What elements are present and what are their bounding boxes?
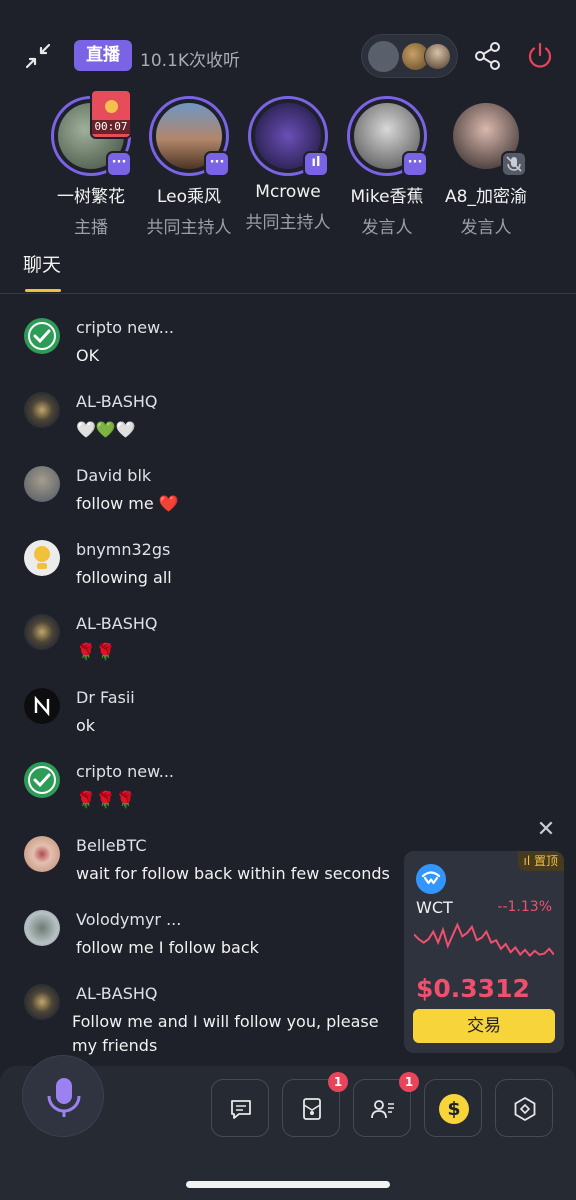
divider [0, 293, 576, 294]
notification-badge: 1 [399, 1072, 419, 1092]
participants-button[interactable]: 1 [353, 1072, 419, 1137]
speaker-name: Mcrowe [255, 182, 321, 202]
check-icon[interactable] [24, 762, 60, 798]
walletconnect-logo-icon [416, 864, 446, 894]
token-card[interactable]: ıl 置顶 WCT --1.13% $0.3312 交易 [404, 851, 564, 1053]
notification-badge: 1 [328, 1072, 348, 1092]
badge-avatar-icon[interactable] [24, 984, 60, 1020]
chat-username[interactable]: cripto new... [76, 762, 174, 781]
minimize-icon[interactable] [22, 40, 54, 72]
speaker-avatar-ring: ··· [149, 96, 230, 177]
chat-username[interactable]: AL-BASHQ [76, 614, 157, 633]
red-packet-seal [105, 100, 118, 113]
chat-username[interactable]: Dr Fasii [76, 688, 135, 707]
chat-username[interactable]: AL-BASHQ [76, 984, 157, 1003]
dollar-coin-icon: $ [439, 1094, 469, 1124]
chat-username[interactable]: bnymn32gs [76, 540, 170, 559]
speaker-cohost[interactable]: ıl Mcrowe 共同主持人 [236, 96, 340, 233]
hexagon-icon [514, 1096, 536, 1122]
avatar[interactable] [24, 540, 60, 576]
avatar [424, 43, 451, 70]
pinned-badge: ıl 置顶 [517, 851, 564, 871]
trade-button[interactable]: 交易 [413, 1009, 555, 1043]
badge-avatar-icon[interactable] [24, 614, 60, 650]
red-packet-button[interactable]: 1 [282, 1072, 348, 1137]
speaker-cohost[interactable]: ··· Leo乘风 共同主持人 [137, 96, 241, 238]
chat-button[interactable] [211, 1079, 269, 1137]
top-bar: 直播 10.1K次收听 [0, 34, 576, 78]
microphone-button[interactable] [22, 1055, 104, 1137]
more-icon[interactable]: ··· [402, 151, 428, 177]
muted-mic-icon[interactable] [501, 151, 527, 177]
token-symbol: WCT [416, 898, 453, 917]
more-icon[interactable]: ··· [106, 151, 132, 177]
avatar[interactable] [24, 836, 60, 872]
chat-username[interactable]: cripto new... [76, 318, 174, 337]
token-change: --1.13% [497, 899, 552, 915]
speaker-avatar-ring: ıl [248, 96, 329, 177]
speaker-role: 共同主持人 [146, 218, 232, 238]
chat-text: ok [76, 716, 96, 735]
chat-bubble-icon [231, 1100, 251, 1119]
red-packet-timer: 00:07 [92, 120, 130, 134]
chat-username[interactable]: Volodymyr ... [76, 910, 181, 929]
user-list-icon [371, 1100, 394, 1119]
speaker-role: 发言人 [361, 218, 413, 238]
chat-text: OK [76, 346, 100, 365]
speaker-name: 一树繁花 [57, 187, 125, 207]
avatar[interactable] [24, 466, 60, 502]
chat-username[interactable]: BelleBTC [76, 836, 147, 855]
toggle-dot [368, 41, 399, 72]
chat-text: follow me ❤️ [76, 494, 179, 513]
speaker-avatar-ring [446, 96, 527, 177]
chat-text: Follow me and I will follow you, please … [72, 1012, 379, 1055]
chat-text: wait for follow back within few seconds [76, 864, 390, 883]
leave-power-icon[interactable] [524, 40, 556, 72]
chat-username[interactable]: David blk [76, 466, 151, 485]
more-actions-button[interactable] [495, 1079, 553, 1137]
speaker-guest[interactable]: A8_加密渝 发言人 [434, 96, 538, 238]
tab-active-indicator [25, 289, 61, 292]
listener-count: 10.1K次收听 [140, 51, 240, 71]
check-icon[interactable] [24, 318, 60, 354]
speaker-name: A8_加密渝 [445, 187, 527, 207]
share-icon[interactable] [472, 40, 504, 72]
speaker-name: Leo乘风 [156, 187, 222, 207]
red-packet-icon[interactable]: 00:07 [90, 89, 132, 139]
speaker-role: 共同主持人 [245, 213, 331, 233]
chat-text: 🤍💚🤍 [76, 420, 136, 439]
microphone-icon [47, 1078, 81, 1117]
avatar[interactable] [24, 910, 60, 946]
speaker-guest[interactable]: ··· Mike香蕉 发言人 [335, 96, 439, 238]
sparkline-path [414, 922, 554, 958]
n-logo-icon[interactable] [24, 688, 60, 724]
gift-envelope-icon [303, 1098, 321, 1120]
speaking-icon[interactable]: ıl [303, 151, 329, 177]
participants-pill[interactable] [361, 34, 458, 78]
price-sparkline [414, 922, 554, 958]
tip-button[interactable]: $ [424, 1079, 482, 1137]
speaker-name: Mike香蕉 [350, 187, 424, 207]
speaker-role: 发言人 [460, 218, 512, 238]
home-indicator [186, 1181, 390, 1188]
more-icon[interactable]: ··· [204, 151, 230, 177]
chat-text: following all [76, 568, 172, 587]
close-icon[interactable]: ✕ [536, 819, 556, 841]
pin-label: 置顶 [533, 854, 558, 868]
chat-text: follow me I follow back [76, 938, 259, 957]
badge-avatar-icon[interactable] [24, 392, 60, 428]
token-price: $0.3312 [416, 974, 530, 1003]
speaker-avatar-ring: ··· [347, 96, 428, 177]
live-badge: 直播 [74, 40, 132, 71]
chat-text: 🌹🌹 [76, 642, 116, 661]
speaker-role: 主播 [74, 218, 108, 238]
chat-text: 🌹🌹🌹 [76, 790, 136, 809]
chat-username[interactable]: AL-BASHQ [76, 392, 157, 411]
tab-chat[interactable]: 聊天 [23, 250, 61, 277]
